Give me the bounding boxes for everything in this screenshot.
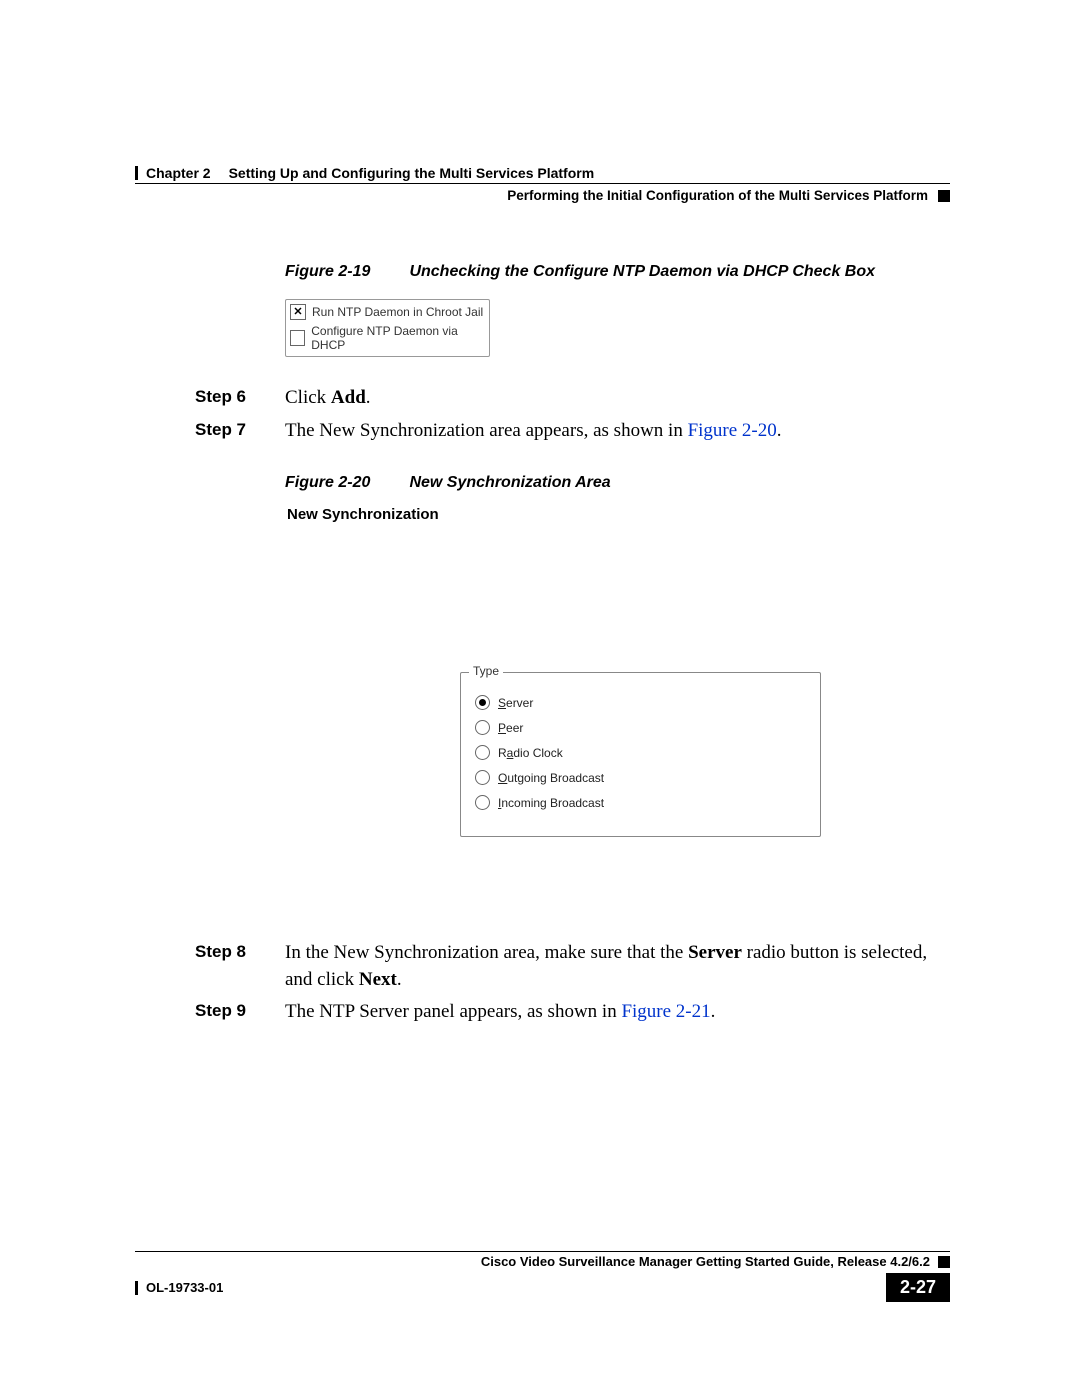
step-8-pre: In the New Synchronization area, make su… bbox=[285, 942, 688, 963]
radio-peer[interactable] bbox=[475, 720, 490, 735]
guide-title: Cisco Video Surveillance Manager Getting… bbox=[481, 1254, 930, 1269]
step-6-label: Step 6 bbox=[195, 385, 285, 412]
checkbox-dhcp[interactable] bbox=[290, 330, 305, 346]
step-6-post: . bbox=[366, 387, 371, 408]
rc-pre: R bbox=[498, 746, 507, 760]
header-bar-icon bbox=[135, 166, 138, 180]
radio-server-text: erver bbox=[506, 696, 533, 710]
radio-incoming-row[interactable]: Incoming Broadcast bbox=[475, 795, 810, 810]
radio-radio-clock[interactable] bbox=[475, 745, 490, 760]
radio-radio-clock-label: Radio Clock bbox=[498, 746, 563, 760]
footer-bar-icon bbox=[135, 1281, 138, 1295]
checkbox-row-chroot[interactable]: Run NTP Daemon in Chroot Jail bbox=[290, 302, 485, 322]
step-7: Step 7 The New Synchronization area appe… bbox=[195, 418, 950, 445]
type-legend: Type bbox=[469, 664, 503, 678]
radio-incoming-text: ncoming Broadcast bbox=[501, 796, 604, 810]
checkbox-dhcp-label: Configure NTP Daemon via DHCP bbox=[311, 324, 485, 352]
step-8-post: . bbox=[397, 969, 402, 990]
step-8-bold1: Server bbox=[688, 942, 742, 963]
step-7-pre: The New Synchronization area appears, as… bbox=[285, 420, 688, 441]
step-6-bold: Add bbox=[331, 387, 366, 408]
checkbox-chroot[interactable] bbox=[290, 304, 306, 320]
radio-incoming-label: Incoming Broadcast bbox=[498, 796, 604, 810]
radio-incoming[interactable] bbox=[475, 795, 490, 810]
page-footer: Cisco Video Surveillance Manager Getting… bbox=[135, 1251, 950, 1302]
step-7-post: . bbox=[777, 420, 782, 441]
section-marker-icon bbox=[938, 190, 950, 202]
figure-19-caption: Figure 2-19 Unchecking the Configure NTP… bbox=[285, 263, 950, 281]
figure-19-panel: Run NTP Daemon in Chroot Jail Configure … bbox=[285, 299, 490, 357]
step-8: Step 8 In the New Synchronization area, … bbox=[195, 940, 950, 993]
chapter-label: Chapter 2 bbox=[146, 165, 211, 181]
checkbox-chroot-label: Run NTP Daemon in Chroot Jail bbox=[312, 305, 483, 319]
figure-20-title: New Synchronization Area bbox=[409, 474, 610, 491]
step-9-body: The NTP Server panel appears, as shown i… bbox=[285, 999, 950, 1026]
radio-peer-text: eer bbox=[506, 721, 523, 735]
type-group: Type Server Peer Radio Clock Outgoing Br… bbox=[460, 672, 821, 837]
checkbox-row-dhcp[interactable]: Configure NTP Daemon via DHCP bbox=[290, 322, 485, 354]
figure-20-panel: New Synchronization Type Server Peer Rad… bbox=[285, 502, 810, 922]
step-8-body: In the New Synchronization area, make su… bbox=[285, 940, 950, 993]
footer-guide-line: Cisco Video Surveillance Manager Getting… bbox=[135, 1251, 950, 1269]
radio-server[interactable] bbox=[475, 695, 490, 710]
radio-radio-clock-row[interactable]: Radio Clock bbox=[475, 745, 810, 760]
radio-outgoing-row[interactable]: Outgoing Broadcast bbox=[475, 770, 810, 785]
step-6-body: Click Add. bbox=[285, 385, 950, 412]
section-header: Performing the Initial Configuration of … bbox=[135, 188, 950, 203]
figure-20-caption: Figure 2-20 New Synchronization Area bbox=[285, 474, 950, 492]
doc-id: OL-19733-01 bbox=[146, 1280, 223, 1295]
radio-outgoing[interactable] bbox=[475, 770, 490, 785]
figure-19-number: Figure 2-19 bbox=[285, 263, 405, 281]
page-number: 2-27 bbox=[886, 1273, 950, 1302]
chapter-title: Setting Up and Configuring the Multi Ser… bbox=[229, 165, 595, 181]
chapter-header: Chapter 2 Setting Up and Configuring the… bbox=[135, 165, 950, 184]
step-6-pre: Click bbox=[285, 387, 331, 408]
step-7-label: Step 7 bbox=[195, 418, 285, 445]
step-7-body: The New Synchronization area appears, as… bbox=[285, 418, 950, 445]
section-title: Performing the Initial Configuration of … bbox=[507, 188, 928, 203]
step-9-pre: The NTP Server panel appears, as shown i… bbox=[285, 1001, 621, 1022]
figure-21-link[interactable]: Figure 2-21 bbox=[621, 1001, 710, 1022]
step-6: Step 6 Click Add. bbox=[195, 385, 950, 412]
rc-post: dio Clock bbox=[513, 746, 562, 760]
step-8-label: Step 8 bbox=[195, 940, 285, 993]
radio-server-label: Server bbox=[498, 696, 533, 710]
step-8-bold2: Next bbox=[359, 969, 397, 990]
figure-20-number: Figure 2-20 bbox=[285, 474, 405, 492]
radio-outgoing-label: Outgoing Broadcast bbox=[498, 771, 604, 785]
figure-20-link[interactable]: Figure 2-20 bbox=[688, 420, 777, 441]
footer-marker-icon bbox=[938, 1256, 950, 1268]
figure-19-title: Unchecking the Configure NTP Daemon via … bbox=[409, 263, 875, 280]
new-sync-title: New Synchronization bbox=[285, 502, 810, 533]
step-9-label: Step 9 bbox=[195, 999, 285, 1026]
step-9-post: . bbox=[711, 1001, 716, 1022]
radio-server-row[interactable]: Server bbox=[475, 695, 810, 710]
radio-outgoing-text: utgoing Broadcast bbox=[507, 771, 604, 785]
footer-bottom-row: OL-19733-01 2-27 bbox=[135, 1273, 950, 1302]
radio-peer-row[interactable]: Peer bbox=[475, 720, 810, 735]
radio-peer-label: Peer bbox=[498, 721, 523, 735]
step-9: Step 9 The NTP Server panel appears, as … bbox=[195, 999, 950, 1026]
